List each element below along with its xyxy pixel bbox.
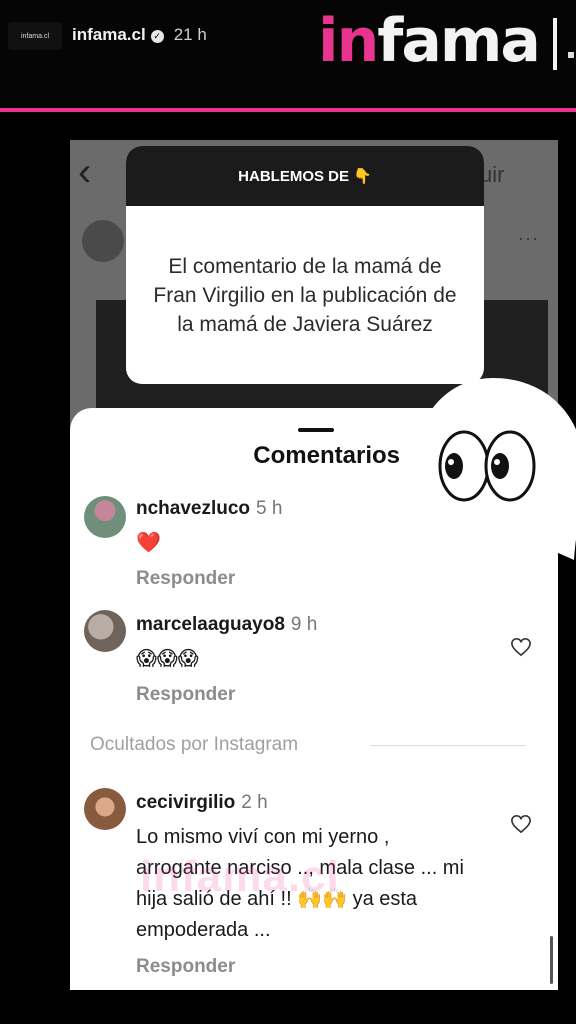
- eyes-icon: [415, 378, 576, 560]
- sheet-drag-handle[interactable]: [298, 428, 334, 432]
- brand-part-2: fama: [377, 6, 541, 76]
- question-card-body: El comentario de la mamá de Fran Virgili…: [153, 254, 457, 336]
- comment-username: cecivirgilio: [136, 792, 236, 813]
- avatar-text: infama.cl: [20, 32, 49, 40]
- divider: [370, 745, 526, 746]
- reply-button[interactable]: Responder: [136, 568, 235, 590]
- verified-icon: ✓: [150, 30, 164, 43]
- comment-time: 9 h: [290, 614, 318, 635]
- post-avatar[interactable]: [82, 220, 124, 262]
- comment-text: 😱😱😱: [136, 648, 199, 670]
- chevron-left-icon[interactable]: ‹: [78, 152, 91, 192]
- comment-user[interactable]: cecivirgilio 2 h: [136, 792, 268, 814]
- accent-divider: [0, 108, 576, 112]
- avatar[interactable]: [84, 496, 126, 538]
- comment-user[interactable]: marcelaaguayo8 9 h: [136, 614, 317, 636]
- profile-avatar[interactable]: infama.cl: [8, 22, 62, 50]
- question-card-header: HABLEMOS DE 👇: [126, 146, 484, 206]
- avatar[interactable]: [84, 610, 126, 652]
- hidden-comments-label[interactable]: Ocultados por Instagram: [90, 734, 298, 756]
- comments-title: Comentarios: [253, 442, 400, 469]
- scrollbar[interactable]: [550, 936, 553, 984]
- question-card: HABLEMOS DE 👇 El comentario de la mamá d…: [126, 146, 484, 384]
- more-options-icon[interactable]: ···: [518, 228, 539, 249]
- comment-username: nchavezluco: [136, 498, 251, 519]
- heart-icon[interactable]: [510, 814, 532, 834]
- reply-button[interactable]: Responder: [136, 684, 235, 706]
- watermark: infama.cl: [140, 852, 340, 901]
- comment-time: 2 h: [241, 792, 268, 813]
- heart-icon[interactable]: [510, 637, 532, 657]
- comment-user[interactable]: nchavezluco 5 h: [136, 498, 282, 520]
- comment-time: 5 h: [256, 498, 283, 519]
- brand-bar: [553, 18, 557, 70]
- story-header: infama.cl infama.cl ✓ 21 h infama: [0, 0, 576, 112]
- brand-part-1: in: [318, 6, 379, 76]
- story-user[interactable]: infama.cl ✓ 21 h: [72, 25, 207, 45]
- story-time: 21 h: [173, 25, 207, 44]
- handle-text: infama.cl: [72, 25, 146, 44]
- brand-dot: [568, 52, 574, 58]
- reply-button[interactable]: Responder: [136, 956, 235, 978]
- brand-logo: infama: [318, 6, 541, 76]
- comment-username: marcelaaguayo8: [136, 614, 285, 635]
- avatar[interactable]: [84, 788, 126, 830]
